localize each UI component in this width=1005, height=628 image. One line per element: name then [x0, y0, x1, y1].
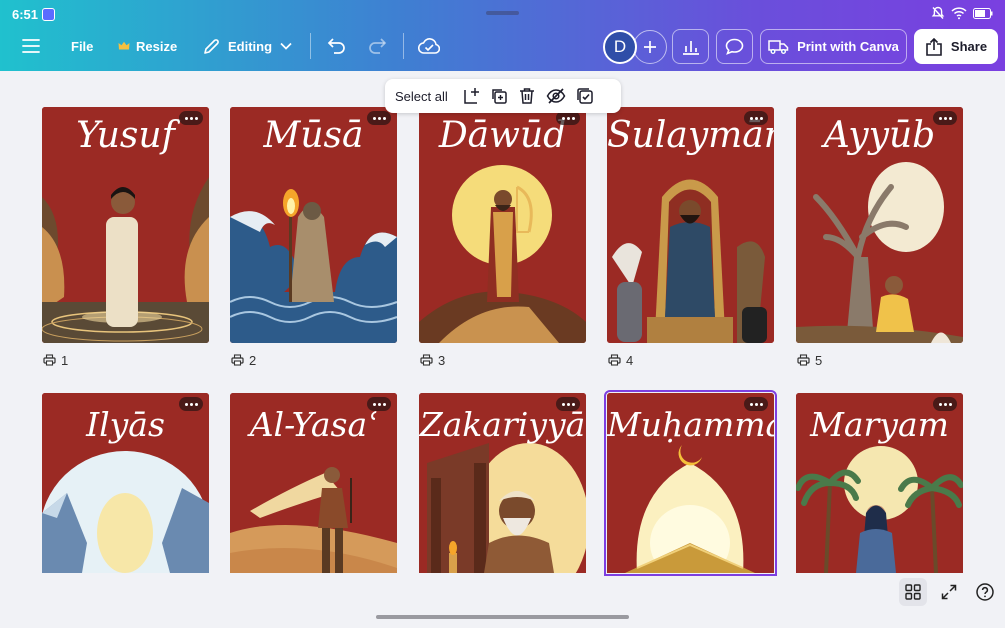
select-all-button[interactable]: Select all [395, 89, 448, 104]
undo-icon [327, 38, 345, 54]
print-icon [231, 354, 244, 366]
page-number: 4 [626, 352, 634, 368]
menu-button[interactable] [22, 28, 40, 64]
add-page-icon[interactable] [462, 87, 480, 105]
page-label-2: 2 [231, 352, 256, 368]
resize-button[interactable]: Resize [118, 28, 177, 64]
share-label: Share [950, 39, 988, 54]
bell-muted-icon [931, 6, 945, 19]
print-with-canva-label: Print with Canva [797, 39, 899, 54]
cloud-saved-icon [418, 38, 440, 54]
grid-view-button[interactable] [899, 578, 927, 606]
bar-chart-icon [682, 40, 699, 55]
grid-view-icon [905, 584, 921, 600]
page-more-options-button[interactable] [933, 111, 957, 125]
page-thumbnail-4[interactable]: Sulaymān [607, 107, 774, 343]
top-bar: 6:51 File Resize Editing D Print with Ca… [0, 0, 1005, 71]
app-notification-icon [42, 8, 55, 21]
page-label-1: 1 [43, 352, 68, 368]
print-icon [608, 354, 621, 366]
page-thumbnail-6[interactable]: Ilyās [42, 393, 209, 573]
page-more-options-button[interactable] [179, 397, 203, 411]
page-number: 5 [815, 352, 823, 368]
expand-icon [941, 584, 957, 600]
wifi-icon [951, 7, 967, 20]
editing-mode-dropdown[interactable]: Editing [203, 28, 292, 64]
comments-button[interactable] [716, 29, 753, 64]
page-number: 1 [61, 352, 69, 368]
page-thumbnail-8[interactable]: Zakariyyā [419, 393, 586, 573]
toolbar-divider [403, 33, 404, 59]
duplicate-page-icon[interactable] [490, 87, 508, 105]
plus-icon [644, 41, 656, 53]
user-avatar[interactable]: D [603, 30, 637, 64]
undo-button[interactable] [327, 28, 346, 64]
pencil-icon [204, 38, 219, 54]
page-more-options-button[interactable] [179, 111, 203, 125]
status-time: 6:51 [12, 7, 39, 22]
page-more-options-button[interactable] [367, 111, 391, 125]
page-label-3: 3 [420, 352, 445, 368]
chevron-down-icon [280, 42, 292, 50]
insights-button[interactable] [672, 29, 709, 64]
redo-icon [369, 38, 387, 54]
fullscreen-button[interactable] [935, 578, 963, 606]
hide-page-icon[interactable] [546, 87, 566, 105]
page-thumbnail-9[interactable]: Muḥammad [604, 390, 777, 576]
hamburger-menu-icon [22, 39, 40, 53]
selection-toolbar: Select all [385, 79, 621, 113]
trash-icon[interactable] [518, 87, 536, 105]
crown-icon [118, 41, 130, 50]
help-button[interactable] [971, 578, 999, 606]
status-bar: 6:51 [0, 0, 1005, 28]
page-more-options-button[interactable] [933, 397, 957, 411]
page-thumbnail-5[interactable]: Ayyūb [796, 107, 963, 343]
page-more-options-button[interactable] [744, 397, 768, 411]
page-label-4: 4 [608, 352, 633, 368]
help-icon [976, 583, 994, 601]
comment-bubble-icon [725, 38, 744, 55]
print-icon [420, 354, 433, 366]
save-status-button[interactable] [418, 28, 440, 64]
page-thumbnail-7[interactable]: Al-Yasaʿ [230, 393, 397, 573]
window-drag-handle[interactable] [486, 11, 519, 15]
page-more-options-button[interactable] [556, 397, 580, 411]
page-number: 3 [438, 352, 446, 368]
page-thumbnail-1[interactable]: Yusuf [42, 107, 209, 343]
resize-label: Resize [136, 38, 178, 54]
print-with-canva-button[interactable]: Print with Canva [760, 29, 907, 64]
page-thumbnail-2[interactable]: Mūsā [230, 107, 397, 343]
editing-label: Editing [228, 38, 273, 54]
toolbar-divider [310, 33, 311, 59]
status-icons [931, 6, 993, 20]
page-number: 2 [249, 352, 257, 368]
share-button[interactable]: Share [914, 29, 998, 64]
home-indicator [376, 615, 629, 619]
page-thumbnail-3[interactable]: Dāwūd [419, 107, 586, 343]
page-more-options-button[interactable] [744, 111, 768, 125]
battery-icon [973, 7, 993, 19]
page-more-options-button[interactable] [367, 397, 391, 411]
select-pages-icon[interactable] [576, 87, 594, 105]
file-menu-button[interactable]: File [71, 28, 93, 64]
page-more-options-button[interactable] [556, 111, 580, 125]
page-thumbnail-10[interactable]: Maryam [796, 393, 963, 573]
redo-button[interactable] [368, 28, 387, 64]
print-icon [43, 354, 56, 366]
page-label-5: 5 [797, 352, 822, 368]
invite-collaborator-button[interactable] [633, 30, 667, 64]
delivery-truck-icon [768, 40, 789, 54]
share-upload-icon [926, 37, 942, 56]
print-icon [797, 354, 810, 366]
